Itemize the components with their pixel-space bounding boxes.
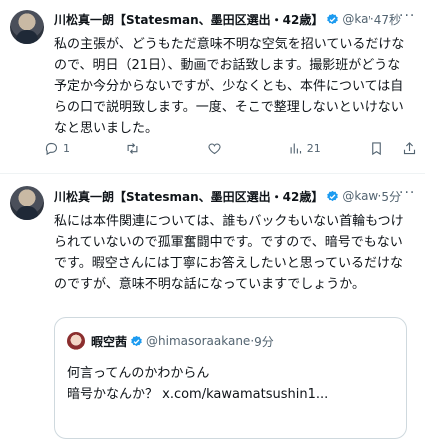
display-name[interactable]: 川松真一朗【Statesman、墨田区選出・42歳】 [54, 11, 323, 28]
bookmark-button[interactable] [369, 141, 384, 156]
tweet-text: 私には本件関連については、誰もバックもいない首輪もつけられていないので孤軍奮闘中… [54, 214, 404, 292]
avatar[interactable] [10, 186, 44, 220]
display-name[interactable]: 川松真一朗【Statesman、墨田区選出・42歳】 [54, 188, 323, 205]
views-chart-icon [290, 143, 301, 153]
avatar[interactable] [10, 10, 44, 44]
bookmark-icon [372, 141, 381, 155]
more-options-icon[interactable]: ··· [399, 9, 414, 25]
share-icon [403, 141, 416, 154]
tweet[interactable]: 川松真一朗【Statesman、墨田区選出・42歳】 @kawamatsushi… [0, 0, 425, 174]
user-handle[interactable]: @kawamatsushin1( [342, 189, 377, 203]
quote-display-name: 暇空茜 [91, 334, 128, 349]
tweet-header: 川松真一朗【Statesman、墨田区選出・42歳】 @kawamatsushi… [54, 10, 401, 28]
verified-badge-icon [327, 190, 339, 201]
quote-user-handle: @himasoraakane [146, 334, 251, 348]
more-options-icon[interactable]: ··· [399, 186, 414, 202]
like-button[interactable] [207, 141, 288, 156]
tweet[interactable]: 川松真一朗【Statesman、墨田区選出・42歳】 @kawamatsushi… [0, 174, 425, 439]
verified-badge-icon [131, 335, 142, 346]
quote-timestamp: 9分 [254, 334, 274, 349]
tweet-text: 私の主張が、どうもただ意味不明な空気を招いているだけなので、明日（21日）、動画… [54, 37, 405, 136]
verified-badge-icon [327, 13, 339, 24]
views-button[interactable]: 21 [288, 141, 369, 156]
quote-line: 何言ってんのかわからん [67, 366, 210, 381]
user-handle[interactable]: @kawamatsushin1 [342, 12, 370, 26]
quoted-tweet[interactable]: 暇空茜 @himasoraakane · 9分 何言ってんのかわからん 暗号かな… [54, 317, 407, 439]
quote-line: 暗号かなんか？ x.com/kawamatsushin1... [67, 387, 329, 402]
retweet-icon [127, 142, 138, 154]
timestamp[interactable]: 47秒 [374, 11, 401, 28]
reply-button[interactable]: 1 [44, 141, 125, 156]
quote-text: 何言ってんのかわからん 暗号かなんか？ x.com/kawamatsushin1… [67, 363, 328, 405]
action-bar: 1 21 [44, 138, 417, 158]
tweet-header: 川松真一朗【Statesman、墨田区選出・42歳】 @kawamatsushi… [54, 187, 401, 205]
quote-avatar [67, 332, 85, 350]
reply-icon [45, 142, 58, 155]
heart-icon [207, 142, 221, 154]
reply-count: 1 [63, 141, 70, 155]
quote-header: 暇空茜 @himasoraakane · 9分 [91, 332, 274, 350]
view-count: 21 [306, 141, 321, 155]
retweet-button[interactable] [125, 141, 206, 156]
share-button[interactable] [402, 141, 417, 156]
